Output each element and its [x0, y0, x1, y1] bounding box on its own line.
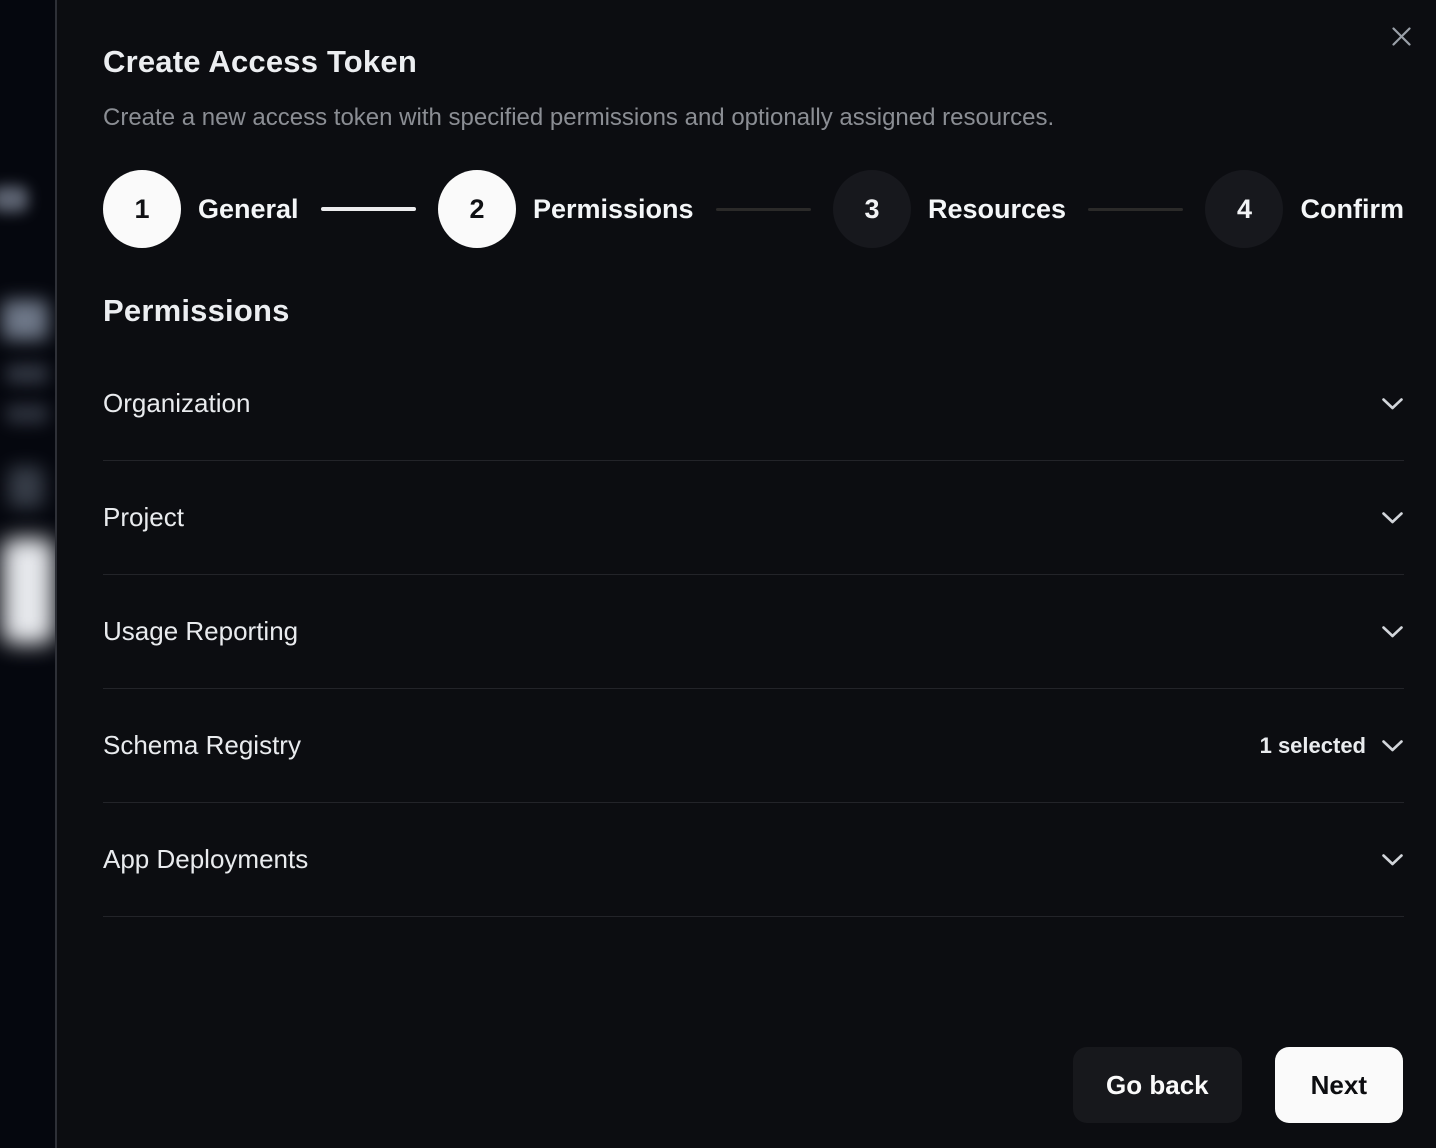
step-number-badge: 4 — [1205, 170, 1283, 248]
step-number-badge: 2 — [438, 170, 516, 248]
step-resources: 3 Resources — [833, 170, 1066, 248]
accordion-item-right — [1366, 853, 1404, 867]
accordion-item-organization[interactable]: Organization — [103, 347, 1404, 461]
selected-count-badge: 1 selected — [1260, 733, 1366, 759]
background-blur-item — [8, 466, 44, 508]
step-number-badge: 3 — [833, 170, 911, 248]
step-connector — [321, 207, 416, 211]
accordion-item-right — [1366, 397, 1404, 411]
page-title: Create Access Token — [103, 44, 1404, 80]
accordion-item-label: Usage Reporting — [103, 616, 298, 647]
step-general: 1 General — [103, 170, 299, 248]
accordion-item-label: Project — [103, 502, 184, 533]
chevron-down-icon — [1381, 511, 1404, 525]
accordion-item-right: 1 selected — [1260, 733, 1404, 759]
step-number-badge: 1 — [103, 170, 181, 248]
permissions-heading: Permissions — [103, 293, 1404, 329]
go-back-button[interactable]: Go back — [1073, 1047, 1242, 1123]
step-permissions: 2 Permissions — [438, 170, 694, 248]
step-connector — [1088, 208, 1183, 211]
next-button[interactable]: Next — [1275, 1047, 1403, 1123]
step-confirm: 4 Confirm — [1205, 170, 1404, 248]
chevron-down-icon — [1381, 397, 1404, 411]
step-connector — [716, 208, 811, 211]
modal-footer: Go back Next — [1073, 1047, 1403, 1123]
accordion-item-usage-reporting[interactable]: Usage Reporting — [103, 575, 1404, 689]
accordion-item-label: Schema Registry — [103, 730, 301, 761]
accordion-item-app-deployments[interactable]: App Deployments — [103, 803, 1404, 917]
background-blur-item — [2, 300, 48, 340]
background-blur-item — [2, 538, 54, 644]
step-label: Permissions — [533, 194, 694, 225]
stepper: 1 General 2 Permissions 3 Resources 4 Co… — [103, 169, 1404, 249]
background-blur-item — [6, 364, 48, 384]
step-label: General — [198, 194, 299, 225]
accordion-item-label: App Deployments — [103, 844, 308, 875]
create-access-token-modal: Create Access Token Create a new access … — [55, 0, 1436, 1148]
chevron-down-icon — [1381, 739, 1404, 753]
accordion-item-right — [1366, 511, 1404, 525]
step-label: Confirm — [1300, 194, 1404, 225]
accordion-item-right — [1366, 625, 1404, 639]
chevron-down-icon — [1381, 853, 1404, 867]
accordion-item-schema-registry[interactable]: Schema Registry 1 selected — [103, 689, 1404, 803]
chevron-down-icon — [1381, 625, 1404, 639]
permissions-accordion: Organization Project — [103, 347, 1404, 917]
accordion-item-project[interactable]: Project — [103, 461, 1404, 575]
background-blur-item — [6, 404, 48, 424]
background-blur-item — [0, 186, 28, 212]
accordion-item-label: Organization — [103, 388, 250, 419]
step-label: Resources — [928, 194, 1066, 225]
close-icon[interactable] — [1387, 22, 1415, 50]
modal-subtitle: Create a new access token with specified… — [103, 104, 1404, 132]
